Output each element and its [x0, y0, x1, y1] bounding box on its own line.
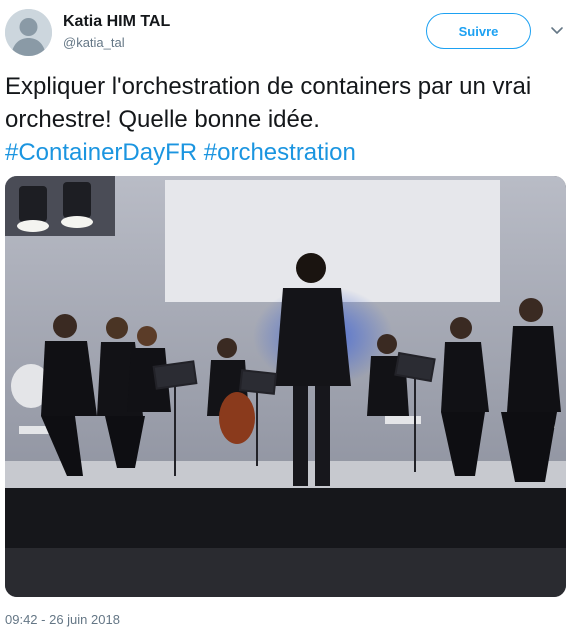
user-handle[interactable]: @katia_tal	[63, 35, 125, 50]
default-avatar-icon	[5, 9, 52, 56]
chevron-down-icon[interactable]	[549, 22, 565, 38]
tweet-text: Expliquer l'orchestration de containers …	[5, 70, 565, 169]
user-display-name[interactable]: Katia HIM TAL	[63, 13, 170, 31]
hashtag-orchestration[interactable]: #orchestration	[204, 139, 356, 166]
tweet-body: Expliquer l'orchestration de containers …	[5, 73, 532, 133]
avatar[interactable]	[5, 9, 52, 56]
tweet-timestamp[interactable]: 09:42 - 26 juin 2018	[5, 612, 120, 627]
tweet-photo[interactable]	[5, 176, 566, 597]
follow-button[interactable]: Suivre	[426, 13, 531, 49]
orchestra-photo-illustration	[5, 176, 566, 597]
hashtag-containerdayfr[interactable]: #ContainerDayFR	[5, 139, 197, 166]
